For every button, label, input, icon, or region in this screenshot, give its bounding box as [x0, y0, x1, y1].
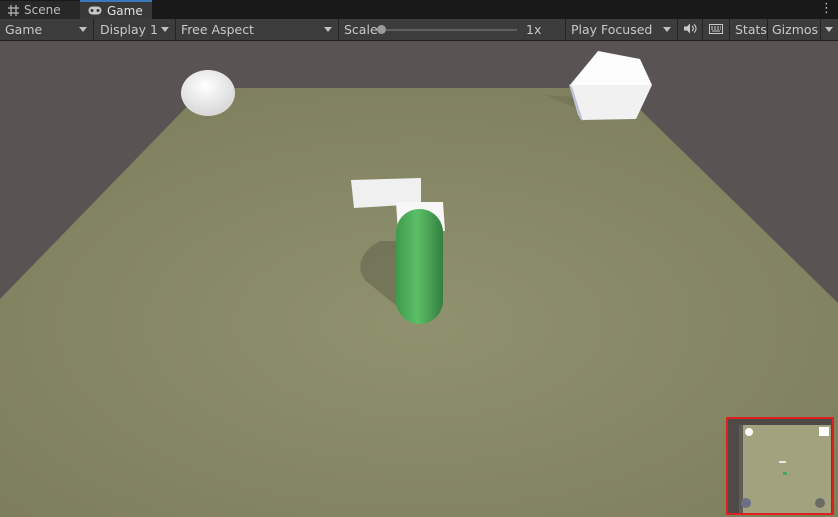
- scale-slider-handle[interactable]: [377, 25, 386, 34]
- chevron-down-icon: [825, 27, 833, 32]
- tab-game[interactable]: Game: [80, 0, 152, 19]
- stats-label: Stats: [735, 22, 767, 37]
- stats-button[interactable]: Stats: [730, 19, 768, 40]
- view-type-value: Game: [5, 22, 43, 37]
- chevron-down-icon: [161, 27, 169, 32]
- gizmos-dropdown-arrow[interactable]: [821, 19, 838, 40]
- chevron-down-icon: [663, 27, 671, 32]
- view-type-dropdown[interactable]: Game: [0, 19, 94, 40]
- more-options-icon[interactable]: ⋮: [820, 2, 833, 16]
- minimap-preview: [726, 417, 834, 515]
- keyboard-shortcuts-button[interactable]: [703, 19, 730, 40]
- display-dropdown[interactable]: Display 1: [95, 19, 176, 40]
- scale-value: 1x: [526, 22, 542, 37]
- game-controller-icon: [88, 6, 102, 15]
- scale-label: Scale: [344, 22, 378, 37]
- gizmos-label: Gizmos: [772, 22, 819, 37]
- display-value: Display 1: [100, 22, 159, 37]
- play-mode-value: Play Focused: [571, 22, 653, 37]
- scene-render: [0, 41, 838, 517]
- tab-game-label: Game: [107, 3, 143, 18]
- mute-audio-button[interactable]: [678, 19, 703, 40]
- aspect-dropdown[interactable]: Free Aspect: [176, 19, 339, 40]
- keyboard-icon: [709, 22, 723, 37]
- aspect-value: Free Aspect: [181, 22, 254, 37]
- chevron-down-icon: [324, 27, 332, 32]
- sphere: [181, 70, 235, 116]
- speaker-icon: [684, 22, 697, 37]
- gizmos-button[interactable]: Gizmos: [768, 19, 821, 40]
- play-mode-dropdown[interactable]: Play Focused: [566, 19, 678, 40]
- chevron-down-icon: [79, 27, 87, 32]
- editor-tab-strip: Scene Game ⋮: [0, 0, 838, 20]
- game-viewport[interactable]: [0, 41, 838, 517]
- tab-scene-label: Scene: [24, 3, 61, 17]
- scale-control: Scale 1x: [339, 19, 566, 40]
- minimap-render: [728, 419, 832, 513]
- scale-slider-track[interactable]: [381, 29, 517, 31]
- game-view-toolbar: Game Display 1 Free Aspect Scale 1x Play…: [0, 19, 838, 41]
- tab-scene[interactable]: Scene: [0, 1, 80, 19]
- player-capsule: [396, 209, 443, 324]
- scene-grid-icon: [8, 4, 19, 16]
